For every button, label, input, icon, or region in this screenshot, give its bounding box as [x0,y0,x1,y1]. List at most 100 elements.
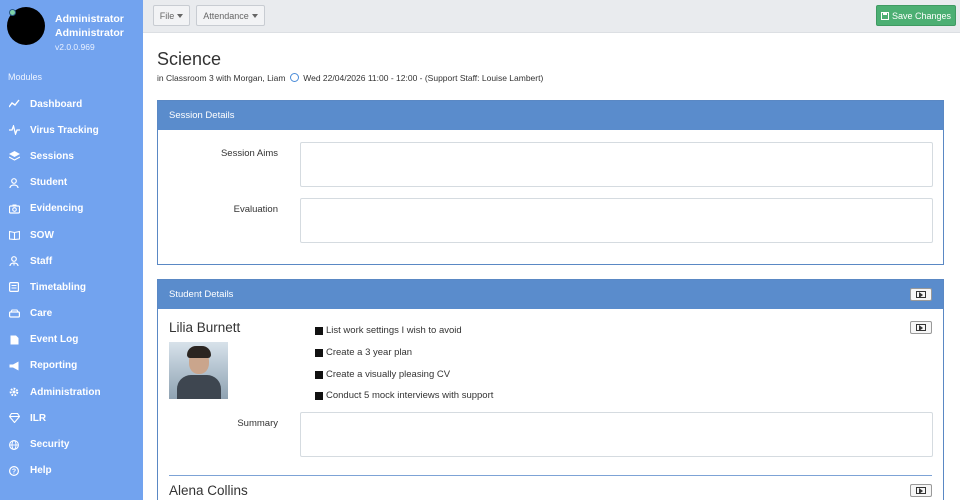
sidebar-item-label: Event Log [30,334,79,346]
sidebar: Administrator Administrator v2.0.0.969 M… [0,0,143,500]
sidebar-item-reporting[interactable]: Reporting [0,353,143,379]
target-label: Create a 3 year plan [326,347,413,358]
save-icon [880,11,889,20]
student-name: Alena Collins [169,483,248,498]
pulse-icon [8,124,20,136]
file-menu-label: File [159,10,175,21]
sidebar-item-staff[interactable]: Staff [0,248,143,274]
diamond-icon [8,412,20,424]
student-name: Lilia Burnett [169,320,241,335]
sidebar-item-label: Staff [30,255,53,267]
sidebar-item-timetabling[interactable]: Timetabling [0,274,143,300]
student-expand-button[interactable] [910,321,932,334]
sidebar-item-ilr[interactable]: ILR [0,405,143,431]
summary-field[interactable] [300,412,933,457]
sidebar-item-label: Reporting [30,360,78,372]
evaluation-label: Evaluation [233,204,278,215]
sidebar-item-label: Student [30,177,68,189]
toolbar: File Attendance Save Changes [143,0,960,33]
sidebar-item-label: ILR [30,412,47,424]
sidebar-item-virus-tracking[interactable]: Virus Tracking [0,117,143,143]
panel-title: Student Details [169,289,234,300]
student-details-panel: Student Details Lilia Burnett List work … [157,279,944,500]
expand-all-button[interactable] [910,288,932,301]
sidebar-item-help[interactable]: ? Help [0,458,143,484]
modules-heading: Modules [8,72,43,82]
layers-icon [8,150,20,162]
sidebar-item-student[interactable]: Student [0,170,143,196]
student-details-header: Student Details [158,280,943,309]
page-title: Science [157,49,222,69]
sidebar-item-care[interactable]: Care [0,301,143,327]
target-label: Conduct 5 mock interviews with support [326,390,494,401]
file-icon [8,334,20,346]
photo-body [177,375,221,399]
student-photo [169,342,228,399]
sidebar-item-event-log[interactable]: Event Log [0,327,143,353]
user-profile: Administrator Administrator v2.0.0.969 [0,0,143,60]
app-version: v2.0.0.969 [55,42,95,52]
target-item: Conduct 5 mock interviews with support [315,390,493,401]
sidebar-item-label: Help [30,465,52,477]
calendar-list-icon [8,281,20,293]
sidebar-item-label: Dashboard [30,98,83,110]
user-tie-icon [8,255,20,267]
student-expand-button[interactable] [910,484,932,497]
session-location-tutor: in Classroom 3 with Morgan, Liam [157,73,286,83]
sidebar-item-label: Security [30,439,70,451]
sidebar-item-label: Administration [30,386,101,398]
student-divider [169,475,932,476]
session-details-header: Session Details [158,101,943,130]
clock-icon [289,73,299,82]
target-label: List work settings I wish to avoid [326,325,462,336]
main-content: Science in Classroom 3 with Morgan, Liam… [143,33,960,500]
caret-down-icon [251,13,258,18]
attendance-menu-button[interactable]: Attendance [196,5,265,26]
attendance-menu-label: Attendance [203,10,249,21]
evaluation-field[interactable] [300,198,933,243]
file-menu-button[interactable]: File [153,5,190,26]
svg-text:?: ? [12,468,16,475]
sidebar-item-sessions[interactable]: Sessions [0,143,143,169]
checkbox-square-icon[interactable] [315,370,323,379]
chart-line-icon [8,98,20,110]
save-changes-button[interactable]: Save Changes [876,5,956,26]
sidebar-item-label: Evidencing [30,203,84,215]
target-item: Create a 3 year plan [315,347,412,358]
session-aims-field[interactable] [300,142,933,187]
sidebar-item-sow[interactable]: SOW [0,222,143,248]
sidebar-item-label: SOW [30,229,54,241]
caret-down-icon [177,13,184,18]
session-aims-label: Session Aims [220,148,278,159]
sidebar-item-label: Sessions [30,150,74,162]
globe-icon [8,439,20,451]
question-icon: ? [8,465,20,477]
checkbox-square-icon[interactable] [315,391,323,400]
checkbox-square-icon[interactable] [315,326,323,335]
user-name: Administrator Administrator [55,13,124,39]
play-icon [919,487,923,494]
sidebar-item-security[interactable]: Security [0,431,143,457]
photo-hair [187,346,211,358]
user-icon [8,177,20,189]
target-label: Create a visually pleasing CV [326,369,451,380]
panel-title: Session Details [169,110,235,121]
play-icon [919,291,923,298]
camera-icon [8,203,20,215]
sidebar-item-label: Timetabling [30,281,86,293]
cog-icon [8,386,20,398]
summary-label: Summary [237,418,278,429]
sidebar-nav: Dashboard Virus Tracking Sessions Studen… [0,91,143,484]
play-icon [919,324,923,331]
target-item: Create a visually pleasing CV [315,369,450,380]
session-datetime-support: Wed 22/04/2026 11:00 - 12:00 - (Support … [303,73,544,83]
car-icon [8,308,20,320]
sidebar-item-dashboard[interactable]: Dashboard [0,91,143,117]
checkbox-square-icon[interactable] [315,348,323,357]
sidebar-item-evidencing[interactable]: Evidencing [0,196,143,222]
online-status-dot-icon [9,9,16,16]
save-changes-label: Save Changes [891,10,952,21]
session-subtitle: in Classroom 3 with Morgan, Liam Wed 22/… [157,73,543,83]
sidebar-item-administration[interactable]: Administration [0,379,143,405]
sidebar-item-label: Virus Tracking [30,124,99,136]
